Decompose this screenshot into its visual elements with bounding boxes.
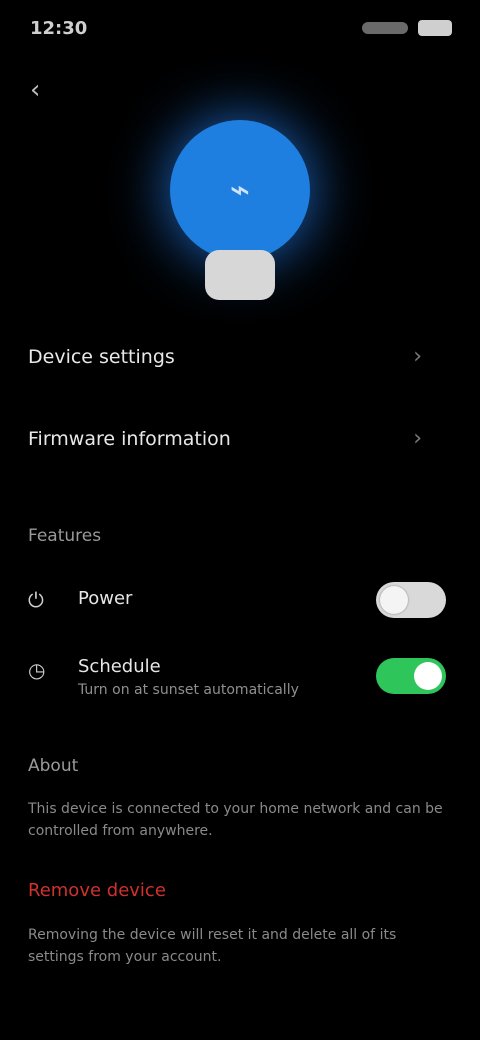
bulb-base (205, 250, 275, 300)
remove-device-button[interactable]: Remove device (28, 880, 166, 901)
section-title-features: Features (28, 526, 102, 546)
about-text: This device is connected to your home ne… (28, 801, 443, 839)
light-bulb-icon: ⌁ (170, 120, 310, 310)
toggle-knob (380, 586, 408, 614)
battery-icon (418, 20, 452, 36)
chevron-right-icon: › (413, 426, 422, 451)
remove-device-text: Removing the device will reset it and de… (28, 927, 397, 965)
menu-item-label: Firmware information (28, 428, 231, 450)
schedule-icon: ◷ (28, 658, 46, 682)
device-detail-screen: 12:30 ‹ ⌁ Device settings › Firmware inf… (0, 0, 480, 1040)
menu-item-label: Device settings (28, 346, 175, 368)
power-icon: ⏻ (28, 588, 44, 612)
menu-item-firmware-information[interactable]: Firmware information › (0, 420, 480, 460)
status-icons (352, 18, 452, 38)
status-time: 12:30 (30, 18, 88, 39)
feature-label: Power (78, 588, 133, 609)
power-toggle[interactable] (376, 582, 446, 618)
back-arrow-icon[interactable]: ‹ (30, 70, 70, 110)
signal-icon (362, 22, 408, 34)
chevron-right-icon: › (413, 344, 422, 369)
feature-label: Schedule (78, 656, 161, 677)
feature-row-power: ⏻ Power (0, 578, 480, 622)
feature-subtitle: Turn on at sunset automatically (78, 682, 299, 698)
schedule-toggle[interactable] (376, 658, 446, 694)
toggle-knob (414, 662, 442, 690)
status-bar: 12:30 (0, 0, 480, 60)
menu-item-device-settings[interactable]: Device settings › (0, 338, 480, 378)
section-title-about: About (28, 756, 79, 776)
bulb-filament: ⌁ (229, 170, 251, 210)
feature-row-schedule: ◷ Schedule Turn on at sunset automatical… (0, 648, 480, 704)
